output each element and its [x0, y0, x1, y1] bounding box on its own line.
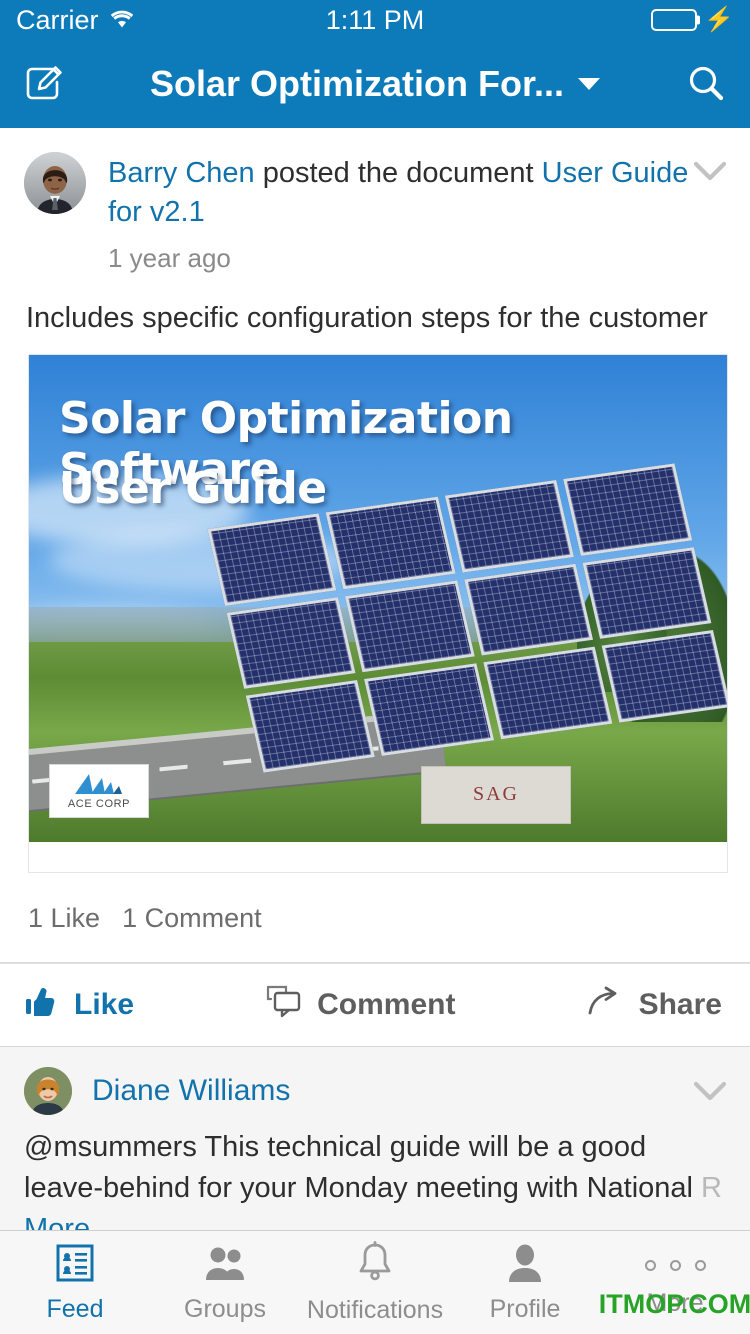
page-title: Solar Optimization For...	[149, 63, 565, 104]
ace-corp-label: ACE CORP	[67, 797, 131, 810]
post-header: Barry Chen posted the document User Guid…	[0, 128, 750, 274]
tab-groups[interactable]: Groups	[150, 1231, 300, 1334]
comment-text-truncated: R	[701, 1171, 722, 1204]
share-button-label: Share	[638, 987, 722, 1021]
tab-groups-label: Groups	[184, 1294, 266, 1323]
document-cover-image: Solar Optimization Software User Guide S…	[29, 354, 727, 842]
avatar[interactable]	[24, 152, 86, 214]
like-button[interactable]: Like	[26, 986, 134, 1023]
carrier-label: Carrier	[16, 4, 99, 35]
document-attachment-card[interactable]: Solar Optimization Software User Guide S…	[28, 353, 728, 873]
compose-icon[interactable]	[22, 62, 66, 106]
comment-header: Diane Williams	[24, 1066, 730, 1115]
avatar[interactable]	[24, 1066, 72, 1115]
navigation-bar: Solar Optimization For...	[0, 40, 750, 128]
comment-item: Diane Williams @msummers This technical …	[0, 1046, 750, 1230]
ace-corp-logo: ACE CORP	[49, 763, 149, 818]
chevron-down-icon[interactable]	[690, 1080, 730, 1102]
search-icon[interactable]	[684, 62, 728, 106]
battery-full-icon	[651, 9, 701, 31]
comment-text: @msummers This technical guide will be a…	[24, 1127, 730, 1230]
thumbs-up-icon	[26, 986, 60, 1023]
status-bar-right: ⚡	[651, 8, 734, 32]
app-screen: Carrier 1:11 PM ⚡ Solar Optimization For…	[0, 0, 750, 1334]
tab-notifications[interactable]: Notifications	[300, 1231, 450, 1334]
comment-count[interactable]: 1 Comment	[122, 903, 262, 934]
comment-button-label: Comment	[317, 987, 456, 1021]
post-body-text: Includes specific configuration steps fo…	[26, 302, 708, 335]
post-action-bar: Like Comment Share	[0, 962, 750, 1047]
feed-list-icon	[54, 1242, 96, 1289]
document-title-line2: User Guide	[59, 462, 327, 514]
share-button[interactable]: Share	[587, 986, 722, 1023]
bell-icon	[354, 1240, 396, 1290]
post-attribution: Barry Chen posted the document User Guid…	[108, 154, 690, 231]
tab-feed[interactable]: Feed	[0, 1231, 150, 1334]
engagement-counts: 1 Like 1 Comment	[0, 873, 750, 962]
pedestal-sign: SAG	[421, 765, 571, 824]
bottom-tab-bar: Feed Groups Notifications Profile More I…	[0, 1230, 750, 1334]
status-bar-left: Carrier	[16, 5, 135, 36]
lightning-bolt-icon: ⚡	[704, 6, 734, 33]
tab-more-label: More	[646, 1289, 704, 1317]
post-card: Barry Chen posted the document User Guid…	[0, 128, 750, 963]
share-arrow-icon	[587, 986, 625, 1023]
tab-feed-label: Feed	[46, 1294, 104, 1323]
tab-more[interactable]: More ITMOP.COM	[599, 1231, 750, 1334]
pedestal-label: SAG	[472, 783, 519, 806]
status-bar: Carrier 1:11 PM ⚡	[0, 0, 750, 40]
chevron-down-icon[interactable]	[578, 78, 601, 90]
tab-notifications-label: Notifications	[306, 1295, 444, 1324]
wifi-icon	[109, 5, 135, 36]
chevron-down-icon[interactable]	[690, 152, 730, 274]
person-icon	[505, 1242, 545, 1289]
speech-bubbles-icon	[265, 985, 303, 1024]
ace-corp-mark	[75, 773, 122, 794]
post-timestamp: 1 year ago	[108, 243, 231, 274]
like-button-label: Like	[74, 987, 135, 1021]
people-group-icon	[203, 1242, 247, 1289]
tab-profile[interactable]: Profile	[450, 1231, 600, 1334]
comment-author-link[interactable]: Diane Williams	[92, 1074, 290, 1108]
like-count[interactable]: 1 Like	[28, 903, 100, 934]
post-action-text: posted the document	[254, 157, 542, 189]
comment-text-visible: @msummers This technical guide will be a…	[24, 1130, 702, 1204]
ellipsis-icon	[644, 1247, 706, 1283]
feed-scroll-area[interactable]: Barry Chen posted the document User Guid…	[0, 128, 750, 1230]
post-author-link[interactable]: Barry Chen	[108, 157, 255, 189]
post-header-text: Barry Chen posted the document User Guid…	[108, 152, 690, 274]
nav-title-group[interactable]: Solar Optimization For...	[110, 63, 640, 105]
comment-button[interactable]: Comment	[265, 985, 455, 1024]
tab-profile-label: Profile	[489, 1294, 561, 1323]
comment-more-link[interactable]: More...	[24, 1213, 114, 1230]
